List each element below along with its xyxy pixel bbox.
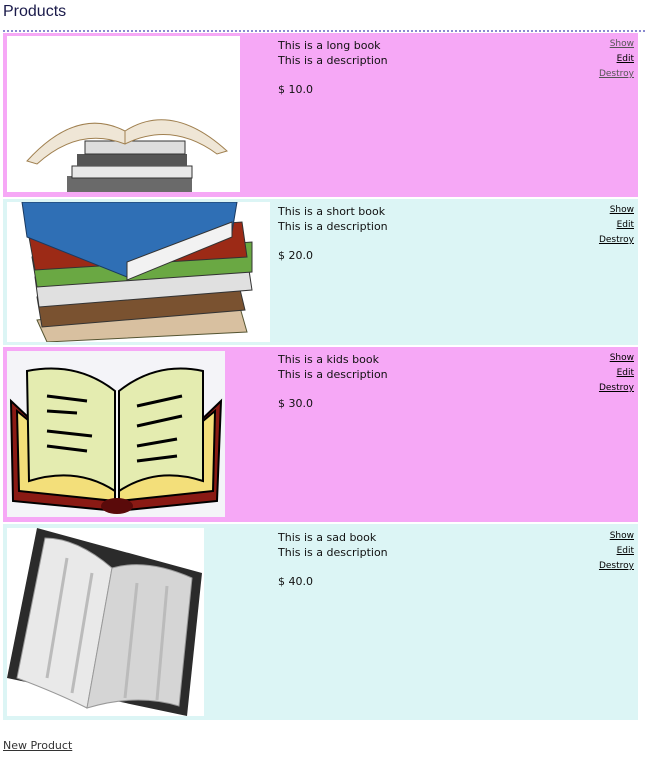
book-stack-icon: [7, 202, 270, 342]
product-price: $ 30.0: [278, 397, 313, 410]
destroy-link[interactable]: Destroy: [599, 67, 634, 82]
product-image: [7, 528, 204, 716]
destroy-link[interactable]: Destroy: [599, 559, 634, 574]
product-title: This is a short book: [278, 205, 386, 218]
product-row: This is a kids book This is a descriptio…: [3, 347, 638, 522]
show-link[interactable]: Show: [599, 351, 634, 366]
gray-open-book-icon: [7, 528, 204, 716]
open-book-stack-icon: [7, 36, 240, 192]
product-image: [7, 36, 240, 192]
page-title: Products: [3, 3, 67, 20]
edit-link[interactable]: Edit: [599, 366, 634, 381]
show-link[interactable]: Show: [599, 203, 634, 218]
destroy-link[interactable]: Destroy: [599, 381, 634, 396]
product-row: This is a long book This is a descriptio…: [3, 33, 638, 197]
new-product-link[interactable]: New Product: [3, 739, 72, 752]
edit-link[interactable]: Edit: [599, 218, 634, 233]
product-row: This is a short book This is a descripti…: [3, 199, 638, 345]
product-price: $ 40.0: [278, 575, 313, 588]
edit-link[interactable]: Edit: [599, 52, 634, 67]
product-description: This is a description: [278, 546, 388, 559]
edit-link[interactable]: Edit: [599, 544, 634, 559]
product-image: [7, 351, 225, 517]
product-image: [7, 202, 270, 342]
product-description: This is a description: [278, 54, 388, 67]
product-price: $ 10.0: [278, 83, 313, 96]
product-title: This is a long book: [278, 39, 381, 52]
show-link[interactable]: Show: [599, 529, 634, 544]
product-row: This is a sad book This is a description…: [3, 524, 638, 720]
show-link[interactable]: Show: [599, 37, 634, 52]
kids-open-book-icon: [7, 351, 225, 517]
title-divider: [3, 30, 645, 32]
destroy-link[interactable]: Destroy: [599, 233, 634, 248]
product-title: This is a sad book: [278, 531, 377, 544]
product-description: This is a description: [278, 368, 388, 381]
product-price: $ 20.0: [278, 249, 313, 262]
product-title: This is a kids book: [278, 353, 379, 366]
product-description: This is a description: [278, 220, 388, 233]
